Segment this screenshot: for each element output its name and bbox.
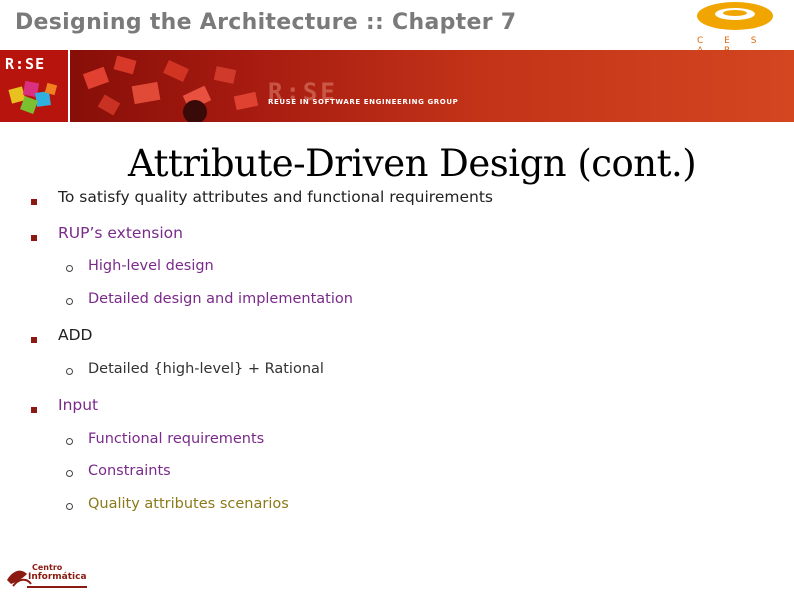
sub-bullet-circle-icon xyxy=(66,503,73,510)
informatica-label: Informática xyxy=(28,572,87,582)
bullet-item: ADD xyxy=(58,326,93,344)
sub-bullet-item: Quality attributes scenarios xyxy=(88,496,289,512)
bullet-square-icon xyxy=(31,199,37,205)
bullet-square-icon xyxy=(31,337,37,343)
sub-bullet-item: Functional requirements xyxy=(88,431,265,447)
bullet-square-icon xyxy=(31,235,37,241)
sub-bullet-item: High-level design xyxy=(88,258,214,274)
sub-bullet-circle-icon xyxy=(66,438,73,445)
rise-tagline: REUSE IN SOFTWARE ENGINEERING GROUP xyxy=(268,98,459,106)
sub-bullet-circle-icon xyxy=(66,368,73,375)
bullet-item: RUP’s extension xyxy=(58,224,183,242)
sub-bullet-item: Constraints xyxy=(88,463,171,479)
rise-logo-text: R:SE xyxy=(5,55,46,73)
sub-bullet-item: Detailed {high-level} + Rational xyxy=(88,361,324,377)
sub-bullet-item: Detailed design and implementation xyxy=(88,291,353,307)
bullet-square-icon xyxy=(31,407,37,413)
bullet-item: Input xyxy=(58,396,99,414)
puzzle-icon xyxy=(8,80,58,114)
sub-bullet-circle-icon xyxy=(66,298,73,305)
sub-bullet-circle-icon xyxy=(66,265,73,272)
rise-logo-panel: R:SE xyxy=(0,50,70,122)
slide-title: Attribute-Driven Design (cont.) xyxy=(128,142,697,185)
puzzle-pieces-decoration xyxy=(82,55,259,122)
header-banner: R:SE xyxy=(0,50,794,122)
bullet-item: To satisfy quality attributes and functi… xyxy=(58,188,493,206)
chapter-title: Designing the Architecture :: Chapter 7 xyxy=(15,10,517,35)
centro-label: Centro xyxy=(32,563,63,572)
sub-bullet-circle-icon xyxy=(66,470,73,477)
